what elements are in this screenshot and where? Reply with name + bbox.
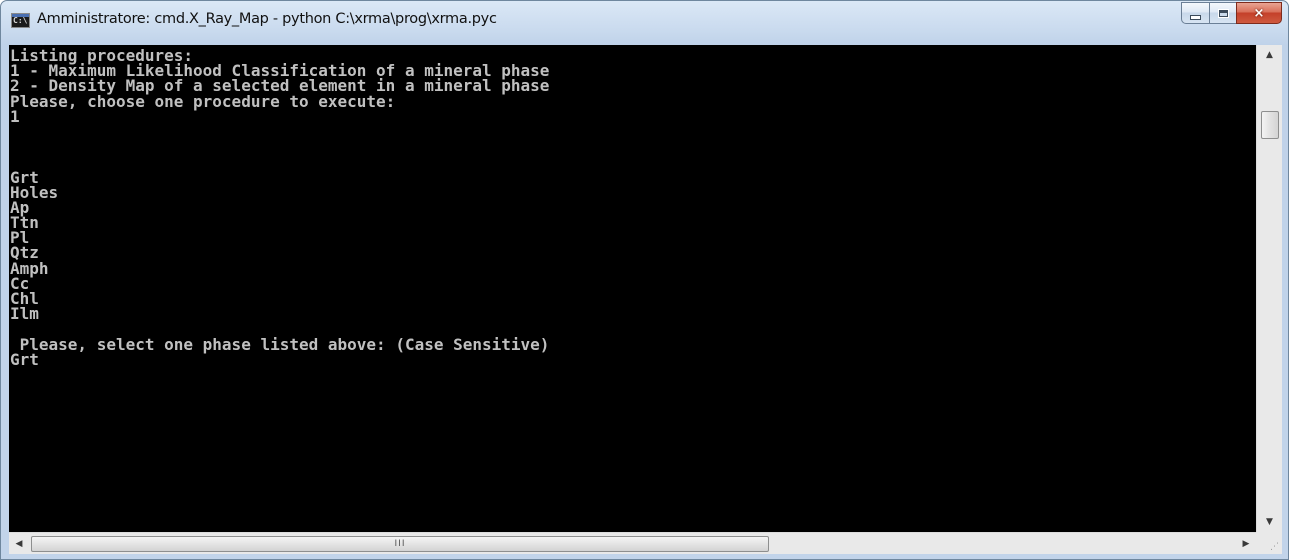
console-window: C:\ Amministratore: cmd.X_Ray_Map - pyth… [0, 0, 1289, 560]
console-line: Amph [10, 258, 49, 278]
console-line: Please, select one phase listed above: (… [10, 334, 550, 354]
title-bar[interactable]: C:\ Amministratore: cmd.X_Ray_Map - pyth… [1, 1, 1288, 45]
console-line: Pl [10, 228, 30, 248]
console-line: Grt [10, 349, 39, 369]
close-icon: × [1253, 5, 1265, 21]
console-line: Qtz [10, 243, 39, 263]
console-output[interactable]: Listing procedures: 1 - Maximum Likelihoo… [9, 45, 1256, 532]
console-line: Cc [10, 273, 30, 293]
console-line: Ilm [10, 304, 39, 324]
console-line: Grt [10, 167, 39, 187]
caption-buttons: × [1181, 2, 1282, 24]
vertical-scroll-thumb[interactable] [1261, 111, 1279, 139]
vertical-scrollbar[interactable]: ▲ ▼ [1256, 45, 1282, 532]
maximize-icon [1218, 9, 1228, 17]
console-line: 1 [10, 106, 20, 126]
console-line: Chl [10, 289, 39, 308]
minimize-button[interactable] [1181, 2, 1209, 24]
minimize-icon [1190, 14, 1201, 20]
close-button[interactable]: × [1236, 2, 1282, 24]
thumb-grip-icon: III [394, 539, 406, 549]
cmd-icon[interactable]: C:\ [11, 13, 30, 28]
console-line: Ap [10, 197, 30, 217]
scroll-right-icon[interactable]: ▶ [1236, 533, 1256, 554]
scroll-left-icon[interactable]: ◀ [9, 533, 29, 554]
console-line: Holes [10, 182, 59, 202]
scroll-down-icon[interactable]: ▼ [1257, 512, 1282, 532]
maximize-button[interactable] [1209, 2, 1236, 24]
size-grip-icon[interactable]: ⋰ [1256, 532, 1282, 554]
horizontal-scrollbar[interactable]: ◀ III ▶ [9, 532, 1256, 554]
window-title: Amministratore: cmd.X_Ray_Map - python C… [37, 11, 497, 27]
console-line: Ttn [10, 213, 39, 233]
console-line: Please, choose one procedure to execute: [10, 91, 396, 111]
console-text: Listing procedures: 1 - Maximum Likelihoo… [9, 47, 550, 369]
scroll-up-icon[interactable]: ▲ [1257, 45, 1282, 65]
horizontal-scroll-thumb[interactable]: III [31, 536, 769, 552]
